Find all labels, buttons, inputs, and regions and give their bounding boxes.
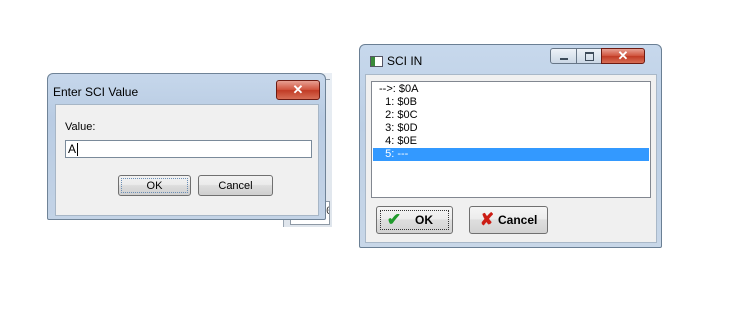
minimize-button[interactable] (550, 48, 577, 64)
close-button[interactable]: ✕ (601, 48, 645, 64)
minimize-icon (559, 58, 568, 60)
cancel-label: Cancel (498, 213, 538, 227)
ok-button[interactable]: ✔ OK (376, 206, 453, 234)
cancel-button[interactable]: ✘ Cancel (469, 206, 548, 234)
text-caret (77, 143, 79, 157)
app-icon (370, 56, 383, 67)
value-input[interactable]: A (65, 140, 312, 158)
window-body: -->: $0A 1: $0B 2: $0C 3: $0D 4: $0E 5: … (365, 74, 657, 243)
ok-label: OK (415, 213, 433, 227)
close-icon: ✕ (617, 48, 629, 63)
x-icon: ✘ (479, 210, 495, 229)
value-text: A (68, 142, 77, 156)
sci-in-window: SCI IN ✕ -->: $0A 1: $0B 2: $0C 3: $0D 4… (359, 44, 662, 248)
cancel-button[interactable]: Cancel (198, 175, 273, 196)
check-icon: ✔ (386, 210, 402, 229)
window-title: SCI IN (387, 54, 423, 68)
enter-sci-value-dialog: |00000 Enter SCI Value ✕ Value: A OK Can… (47, 73, 332, 227)
close-icon: ✕ (292, 82, 304, 97)
list-item[interactable]: 2: $0C (373, 109, 649, 122)
list-item[interactable]: -->: $0A (373, 83, 649, 96)
dialog-title: Enter SCI Value (53, 85, 139, 99)
maximize-icon (584, 52, 594, 61)
list-item[interactable]: 1: $0B (373, 96, 649, 109)
close-button[interactable]: ✕ (276, 80, 320, 100)
list-item-selected[interactable]: 5: --- (373, 148, 649, 161)
dialog-frame: Enter SCI Value ✕ Value: A OK Cancel (47, 73, 326, 220)
cancel-label: Cancel (218, 180, 253, 192)
sci-input-list[interactable]: -->: $0A 1: $0B 2: $0C 3: $0D 4: $0E 5: … (371, 81, 651, 198)
list-item[interactable]: 3: $0D (373, 122, 649, 135)
maximize-button[interactable] (576, 48, 602, 64)
focus-rect (121, 178, 188, 193)
list-item[interactable]: 4: $0E (373, 135, 649, 148)
ok-button[interactable]: OK (118, 175, 191, 196)
value-label: Value: (65, 121, 96, 133)
dialog-body: Value: A OK Cancel (55, 104, 319, 216)
